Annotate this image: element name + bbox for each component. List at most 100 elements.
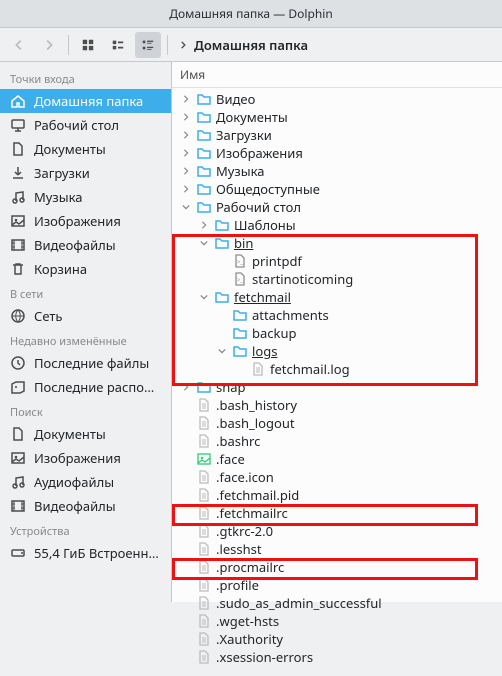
tree-item-name: .Xauthority [216,630,283,648]
expand-icon[interactable] [182,185,196,193]
sidebar-item[interactable]: Загрузки [0,161,171,185]
tree-row[interactable]: Рабочий стол [172,198,502,216]
expand-icon[interactable] [182,149,196,157]
sidebar-item[interactable]: Видеофайлы [0,494,171,518]
sidebar-item[interactable]: Домашняя папка [0,89,171,113]
file-icon [196,559,212,575]
sidebar-item[interactable]: Последние располо… [0,375,171,399]
tree-row[interactable]: .lesshst [172,540,502,558]
folder-icon [232,325,248,341]
file-icon [196,433,212,449]
tree-row[interactable]: .profile [172,576,502,594]
tree-row[interactable]: .procmailrc [172,558,502,576]
sidebar-item[interactable]: Корзина [0,257,171,281]
tree-row[interactable]: .fetchmailrc [172,504,502,522]
file-icon [196,505,212,521]
tree-row[interactable]: .xsession-errors [172,648,502,666]
view-compact-button[interactable] [105,32,131,58]
tree-row[interactable]: Загрузки [172,126,502,144]
expand-collapse-icon[interactable] [200,239,214,247]
tree-row[interactable]: snap [172,378,502,396]
sidebar-item[interactable]: Изображения [0,446,171,470]
tree-row[interactable]: .face.icon [172,468,502,486]
tree-item-name: printpdf [252,252,302,270]
breadcrumb[interactable]: Домашняя папка [194,36,308,54]
sidebar-item[interactable]: Музыка [0,185,171,209]
column-header-name[interactable]: Имя [172,62,502,88]
file-icon [196,577,212,593]
pictures-icon [10,213,26,229]
tree-row[interactable]: Общедоступные [172,180,502,198]
expand-collapse-icon[interactable] [200,293,214,301]
recent-places-icon [10,379,26,395]
folder-icon [196,127,212,143]
list-compact-icon [111,38,125,52]
file-icon [250,361,266,377]
tree-row[interactable]: Изображения [172,144,502,162]
tree-row[interactable]: .bashrc [172,432,502,450]
sidebar-item[interactable]: Документы [0,422,171,446]
sidebar-item[interactable]: 55,4 ГиБ Встроенны… [0,541,171,565]
tree-item-name: Музыка [216,162,265,180]
tree-row[interactable]: .bash_logout [172,414,502,432]
tree-row[interactable]: attachments [172,306,502,324]
sidebar-item[interactable]: Видеофайлы [0,233,171,257]
network-icon [10,308,26,324]
tree-row[interactable]: fetchmail [172,288,502,306]
chevron-right-icon [42,38,56,52]
file-icon [196,613,212,629]
documents-icon [10,141,26,157]
tree-row[interactable]: bin [172,234,502,252]
sidebar-section-header: Точки входа [0,66,171,89]
sidebar-item[interactable]: Изображения [0,209,171,233]
sidebar-item[interactable]: Рабочий стол [0,113,171,137]
forward-button[interactable] [36,32,62,58]
tree-row[interactable]: logs [172,342,502,360]
tree-row[interactable]: backup [172,324,502,342]
tree-row[interactable]: Документы [172,108,502,126]
sidebar-section-header: Поиск [0,399,171,422]
tree-row[interactable]: Шаблоны [172,216,502,234]
tree-row[interactable]: >_printpdf [172,252,502,270]
tree-item-name: snap [216,378,246,396]
sidebar-item[interactable]: Последние файлы [0,351,171,375]
grid-icon [81,38,95,52]
expand-icon[interactable] [182,131,196,139]
sidebar-item-label: Изображения [34,212,121,230]
expand-icon[interactable] [200,221,214,229]
sidebar-item[interactable]: Аудиофайлы [0,470,171,494]
script-icon: >_ [232,253,248,269]
expand-icon[interactable] [182,113,196,121]
sidebar-item-label: Домашняя папка [34,92,143,110]
sidebar-item-label: Загрузки [34,164,90,182]
toolbar-separator [167,35,168,55]
sidebar-item[interactable]: Сеть [0,304,171,328]
expand-icon[interactable] [182,383,196,391]
file-icon [196,595,212,611]
view-details-button[interactable] [135,32,161,58]
folder-icon [232,343,248,359]
tree-item-name: .fetchmailrc [216,504,288,522]
tree-row[interactable]: fetchmail.log [172,360,502,378]
sidebar-section-header: Недавно изменённые [0,328,171,351]
sidebar-item[interactable]: Документы [0,137,171,161]
tree-row[interactable]: >_startinoticoming [172,270,502,288]
tree-row[interactable]: .bash_history [172,396,502,414]
back-button[interactable] [6,32,32,58]
tree-row[interactable]: .fetchmail.pid [172,486,502,504]
expand-collapse-icon[interactable] [182,203,196,211]
tree-row[interactable]: Музыка [172,162,502,180]
videos-icon [10,237,26,253]
tree-item-name: bin [234,234,253,252]
expand-icon[interactable] [182,95,196,103]
tree-row[interactable]: .Xauthority [172,630,502,648]
view-icons-button[interactable] [75,32,101,58]
tree-row[interactable]: .wget-hsts [172,612,502,630]
expand-collapse-icon[interactable] [218,347,232,355]
list-details-icon [141,38,155,52]
expand-icon[interactable] [182,167,196,175]
tree-row[interactable]: Видео [172,90,502,108]
tree-row[interactable]: .face [172,450,502,468]
tree-row[interactable]: .gtkrc-2.0 [172,522,502,540]
tree-row[interactable]: .sudo_as_admin_successful [172,594,502,612]
